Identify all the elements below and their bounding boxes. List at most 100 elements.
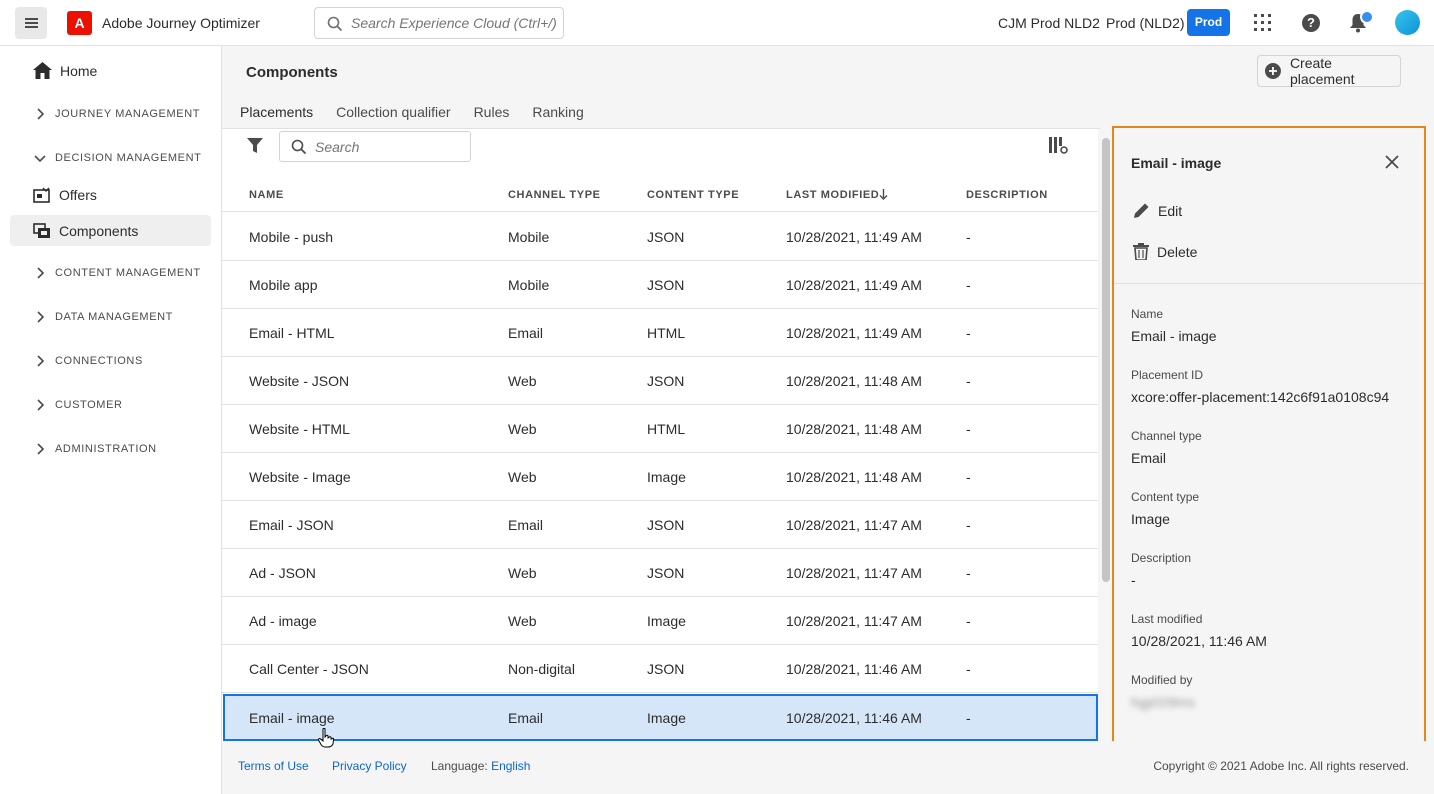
cell-description: - xyxy=(966,710,971,726)
notification-dot xyxy=(1360,10,1374,24)
table-row[interactable]: Website - HTML Web HTML 10/28/2021, 11:4… xyxy=(222,405,1098,453)
sidebar-item-home[interactable]: Home xyxy=(33,62,97,79)
language-value[interactable]: English xyxy=(491,759,530,773)
table-row[interactable]: Website - Image Web Image 10/28/2021, 11… xyxy=(222,453,1098,501)
prod-badge[interactable]: Prod xyxy=(1187,9,1230,36)
cell-last-modified: 10/28/2021, 11:46 AM xyxy=(786,710,922,726)
cell-name: Ad - image xyxy=(249,613,317,629)
create-placement-button[interactable]: Create placement xyxy=(1257,55,1401,87)
sandbox-switcher[interactable]: Prod (NLD2) xyxy=(1106,15,1185,31)
edit-button[interactable]: Edit xyxy=(1133,202,1182,219)
cell-last-modified: 10/28/2021, 11:49 AM xyxy=(786,229,922,245)
hand-cursor-icon xyxy=(318,728,334,748)
cell-channel-type: Email xyxy=(508,517,544,533)
table-search-input[interactable] xyxy=(315,139,465,155)
table-row[interactable]: Call Center - JSON Non-digital JSON 10/2… xyxy=(222,645,1098,693)
privacy-link[interactable]: Privacy Policy xyxy=(332,759,407,773)
tab-placements[interactable]: Placements xyxy=(240,104,314,134)
cell-description: - xyxy=(966,469,971,485)
prop-label-placement-id: Placement ID xyxy=(1131,368,1204,382)
sidebar-section-customer[interactable]: CUSTOMER xyxy=(33,395,123,415)
table-search[interactable] xyxy=(279,131,471,162)
language-label: Language: xyxy=(431,759,488,773)
close-icon[interactable] xyxy=(1385,155,1399,169)
sidebar-section-decision-management[interactable]: DECISION MANAGEMENT xyxy=(33,148,201,168)
table-row[interactable]: Mobile - push Mobile JSON 10/28/2021, 11… xyxy=(222,213,1098,261)
terms-link[interactable]: Terms of Use xyxy=(238,759,309,773)
org-switcher[interactable]: CJM Prod NLD2 xyxy=(998,15,1100,31)
details-panel: Email - image Edit Delete Name Email - i… xyxy=(1112,126,1426,745)
cell-channel-type: Email xyxy=(508,710,544,726)
column-header-content-type[interactable]: CONTENT TYPE xyxy=(647,189,739,201)
avatar[interactable] xyxy=(1395,10,1420,35)
table-scrollbar-thumb[interactable] xyxy=(1102,138,1110,582)
adobe-logo[interactable]: A xyxy=(67,11,92,35)
sidebar-section-content-management[interactable]: CONTENT MANAGEMENT xyxy=(33,263,201,283)
table-row[interactable]: Ad - image Web Image 10/28/2021, 11:47 A… xyxy=(222,597,1098,645)
table-header: NAME CHANNEL TYPE CONTENT TYPE LAST MODI… xyxy=(222,176,1098,212)
tab-collection-qualifier[interactable]: Collection qualifier xyxy=(336,104,450,128)
menu-icon[interactable] xyxy=(15,7,47,39)
column-header-description[interactable]: DESCRIPTION xyxy=(966,189,1048,201)
prop-label-modified-by: Modified by xyxy=(1131,673,1193,687)
global-search-input[interactable] xyxy=(351,15,556,31)
sidebar-item-offers[interactable]: Offers xyxy=(10,179,211,210)
table-row[interactable]: Mobile app Mobile JSON 10/28/2021, 11:49… xyxy=(222,261,1098,309)
table-row[interactable]: Email - JSON Email JSON 10/28/2021, 11:4… xyxy=(222,501,1098,549)
cell-name: Website - Image xyxy=(249,469,351,485)
sidebar-section-data-management[interactable]: DATA MANAGEMENT xyxy=(33,307,173,327)
column-header-name[interactable]: NAME xyxy=(249,189,284,201)
cell-description: - xyxy=(966,517,971,533)
cell-description: - xyxy=(966,229,971,245)
cell-content-type: JSON xyxy=(647,229,685,245)
cell-name: Mobile app xyxy=(249,277,318,293)
cell-description: - xyxy=(966,613,971,629)
cell-last-modified: 10/28/2021, 11:49 AM xyxy=(786,325,922,341)
cell-content-type: HTML xyxy=(647,325,686,341)
search-icon xyxy=(291,139,307,155)
table-row[interactable]: Ad - JSON Web JSON 10/28/2021, 11:47 AM … xyxy=(222,549,1098,597)
cell-description: - xyxy=(966,277,971,293)
sidebar-section-administration[interactable]: ADMINISTRATION xyxy=(33,439,157,459)
sort-descending-icon[interactable] xyxy=(879,189,888,200)
cell-description: - xyxy=(966,421,971,437)
page-title: Components xyxy=(246,64,338,81)
prop-label-name: Name xyxy=(1131,307,1164,321)
column-header-channel-type[interactable]: CHANNEL TYPE xyxy=(508,189,601,201)
tab-ranking[interactable]: Ranking xyxy=(532,104,583,128)
apps-grid-icon[interactable] xyxy=(1254,14,1271,31)
cell-description: - xyxy=(966,565,971,581)
cell-last-modified: 10/28/2021, 11:46 AM xyxy=(786,661,922,677)
cell-name: Email - HTML xyxy=(249,325,335,341)
column-header-last-modified[interactable]: LAST MODIFIED xyxy=(786,189,879,201)
chevron-right-icon xyxy=(33,442,47,456)
sidebar-section-connections[interactable]: CONNECTIONS xyxy=(33,351,143,371)
sidebar-item-components[interactable]: Components xyxy=(10,215,211,246)
cell-channel-type: Web xyxy=(508,613,537,629)
footer: Terms of Use Privacy Policy Language: En… xyxy=(222,741,1434,794)
cell-channel-type: Web xyxy=(508,421,537,437)
chevron-right-icon xyxy=(33,310,47,324)
cell-channel-type: Mobile xyxy=(508,277,550,293)
cell-content-type: JSON xyxy=(647,373,685,389)
prop-value-name: Email - image xyxy=(1131,328,1217,344)
sidebar: Home JOURNEY MANAGEMENT DECISION MANAGEM… xyxy=(0,46,222,794)
offers-icon xyxy=(33,187,50,203)
table-row[interactable]: Website - JSON Web JSON 10/28/2021, 11:4… xyxy=(222,357,1098,405)
cell-name: Mobile - push xyxy=(249,229,334,245)
help-icon[interactable]: ? xyxy=(1302,14,1320,32)
prop-value-description: - xyxy=(1131,572,1136,588)
tab-rules[interactable]: Rules xyxy=(474,104,510,128)
delete-button[interactable]: Delete xyxy=(1133,243,1197,260)
global-search[interactable] xyxy=(314,7,564,39)
table-row-selected[interactable]: Email - image Email Image 10/28/2021, 11… xyxy=(223,694,1098,741)
table-row[interactable]: Email - HTML Email HTML 10/28/2021, 11:4… xyxy=(222,309,1098,357)
chevron-right-icon xyxy=(33,107,47,121)
language-selector[interactable]: Language: English xyxy=(431,759,530,773)
filter-icon[interactable] xyxy=(247,138,263,154)
app-title[interactable]: Adobe Journey Optimizer xyxy=(102,15,260,31)
cell-channel-type: Non-digital xyxy=(508,661,575,677)
prop-value-placement-id: xcore:offer-placement:142c6f91a0108c94 xyxy=(1131,389,1390,405)
sidebar-section-journey-management[interactable]: JOURNEY MANAGEMENT xyxy=(33,104,200,124)
column-settings-icon[interactable] xyxy=(1049,137,1068,154)
